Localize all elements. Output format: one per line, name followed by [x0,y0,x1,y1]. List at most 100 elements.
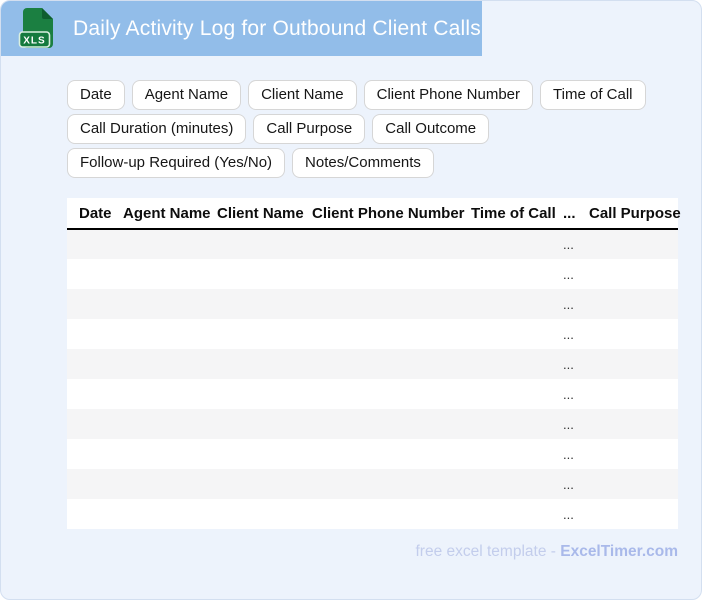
body-cell [312,379,471,409]
body-cell [123,469,217,499]
body-cell [471,469,563,499]
body-cell [312,319,471,349]
table-row: ... [67,319,678,349]
activity-log-table-wrap: Date Agent Name Client Name Client Phone Nu… [67,198,681,529]
column-chip: Notes/Comments [292,148,434,178]
column-chip: Agent Name [131,80,242,110]
column-chip: Time of Call [540,80,646,110]
body-cell [312,229,471,259]
table-row: ... [67,289,678,319]
column-chip: Follow-up Required (Yes/No) [67,148,286,178]
template-preview-card: XLS Daily Activity Log for Outbound Clie… [0,0,702,600]
column-chip: Call Purpose [253,114,366,144]
footer: free excel template - ExcelTimer.com [67,543,679,561]
body-cell: ... [563,356,574,372]
body-cell: ... [563,446,574,462]
footer-text: free excel template - [415,543,561,560]
body-cell [67,409,123,439]
table-row: ... [67,259,678,289]
body-cell [217,469,312,499]
body-cell: ... [563,296,574,312]
body-cell [217,319,312,349]
body-cell [123,319,217,349]
body-cell [123,349,217,379]
body-cell [123,289,217,319]
body-cell [67,439,123,469]
body-cell [217,259,312,289]
body-cell [589,409,678,439]
body-cell: ... [563,506,574,522]
body-cell [471,289,563,319]
body-cell [67,379,123,409]
xls-file-icon: XLS [18,7,53,48]
body-cell [312,259,471,289]
body-cell [67,229,123,259]
body-cell [471,499,563,529]
body-cell [123,409,217,439]
body-cell: ... [563,237,574,252]
body-cell [589,349,678,379]
body-cell [589,259,678,289]
column-chip: Client Name [248,80,357,110]
body-cell [471,379,563,409]
table-row: ... [67,469,678,499]
body-cell [471,319,563,349]
brand-link[interactable]: ExcelTimer.com [560,543,678,560]
body-cell [123,439,217,469]
table-body: .............................. [67,229,678,529]
body-cell [471,349,563,379]
header-cell: Time of Call [471,198,563,230]
body-cell [217,229,312,259]
body-cell [589,289,678,319]
header-cell: Date [67,198,123,230]
body-cell [471,409,563,439]
body-cell [217,409,312,439]
header-cell: Client Name [217,198,312,230]
body-cell [123,229,217,259]
body-cell [67,319,123,349]
body-cell [67,289,123,319]
body-cell [217,499,312,529]
body-cell [217,289,312,319]
body-cell [471,439,563,469]
header-cell: ... [563,198,589,230]
body-cell [123,259,217,289]
column-chip: Client Phone Number [363,80,534,110]
header-cell: Call Purpose [589,198,681,230]
column-chip: Call Outcome [372,114,490,144]
body-cell [312,499,471,529]
column-chip: Date [67,80,125,110]
header-cell: Client Phone Number [312,198,471,230]
body-cell [123,499,217,529]
body-cell [217,349,312,379]
body-cell [589,379,678,409]
body-cell [471,229,563,259]
table-header-row: Date Agent Name Client Name Client Phone Nu… [67,198,681,230]
body-cell [67,499,123,529]
column-chip-list: Date Agent Name Client Name Client Phone Nu… [67,80,689,178]
body-cell [589,499,678,529]
body-cell [312,409,471,439]
body-cell: ... [563,266,574,282]
body-cell [312,469,471,499]
table-row: ... [67,379,678,409]
body-cell [312,439,471,469]
body-cell: ... [563,326,574,342]
body-cell [589,229,678,259]
table-row: ... [67,229,678,259]
page-title: Daily Activity Log for Outbound Client C… [73,16,481,40]
table-row: ... [67,409,678,439]
body-cell: ... [563,386,574,402]
body-cell [312,349,471,379]
activity-log-table: Date Agent Name Client Name Client Phone Nu… [67,198,681,529]
xls-icon-label: XLS [23,35,45,46]
table-row: ... [67,499,678,529]
body-cell [589,439,678,469]
body-cell [67,469,123,499]
body-cell [589,469,678,499]
table-header: Date Agent Name Client Name Client Phone Nu… [67,198,681,230]
body-cell [589,319,678,349]
table-row: ... [67,439,678,469]
title-banner: XLS Daily Activity Log for Outbound Clie… [1,1,482,56]
body-cell [67,259,123,289]
